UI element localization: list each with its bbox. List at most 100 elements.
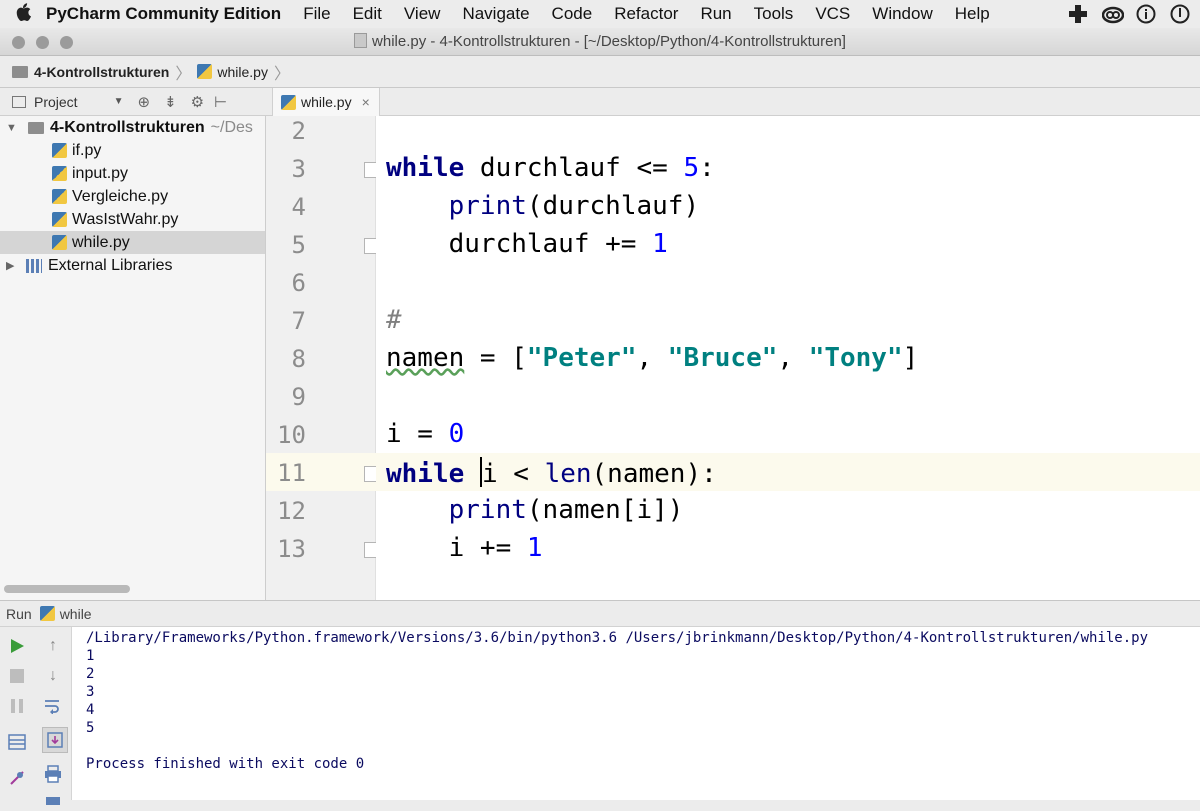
apple-menu-icon[interactable] — [0, 2, 46, 26]
console-line: /Library/Frameworks/Python.framework/Ver… — [86, 630, 1149, 646]
tree-external-libraries[interactable]: ▶ External Libraries — [0, 254, 265, 277]
breadcrumb-file-label: while.py — [217, 63, 268, 80]
menu-run[interactable]: Run — [700, 4, 731, 24]
trash-icon — [46, 797, 60, 805]
rerun-button[interactable] — [6, 635, 28, 657]
run-config-name[interactable]: while — [60, 606, 92, 622]
run-panel-header: Run while — [0, 600, 1200, 627]
project-tree: ▼ 4-Kontrollstrukturen ~/Des if.py input… — [0, 116, 266, 600]
restore-layout-button[interactable] — [6, 731, 28, 753]
hide-panel-icon[interactable]: ⊢ — [214, 93, 227, 111]
soft-wrap-button[interactable] — [42, 695, 64, 717]
project-view-icon — [12, 95, 26, 108]
code-line[interactable]: print(durchlauf) — [376, 187, 1200, 225]
scroll-down-button[interactable]: ↓ — [42, 665, 64, 687]
breadcrumb-file[interactable]: while.py — [197, 64, 268, 80]
tree-external-label: External Libraries — [48, 256, 173, 274]
code-text: print(durchlauf) — [448, 191, 700, 221]
editor-tabs: while.py × — [266, 88, 1200, 116]
plus-cross-icon[interactable] — [1068, 4, 1088, 24]
project-view-dropdown[interactable]: Project — [34, 94, 78, 110]
menu-tools[interactable]: Tools — [754, 4, 794, 24]
chevron-down-icon[interactable]: ▼ — [114, 96, 124, 107]
tree-file-label: Vergleiche.py — [72, 187, 169, 205]
code-line[interactable] — [376, 377, 1200, 415]
code-line[interactable] — [376, 263, 1200, 301]
console-line: 3 — [86, 684, 95, 700]
line-number: 2 — [291, 117, 306, 145]
stop-button[interactable] — [6, 665, 28, 687]
gutter-line[interactable]: 6 — [266, 263, 376, 301]
tree-file-vergleiche[interactable]: Vergleiche.py — [0, 185, 265, 208]
code-line[interactable]: while durchlauf <= 5: — [376, 149, 1200, 187]
gutter-line[interactable]: 13 — [266, 529, 382, 567]
run-panel-label[interactable]: Run — [6, 606, 32, 622]
gutter-line[interactable]: 2 — [266, 111, 376, 149]
menu-edit[interactable]: Edit — [353, 4, 382, 24]
code-line[interactable]: # — [376, 301, 1200, 339]
gutter-line[interactable]: 4 — [266, 187, 376, 225]
gutter-line[interactable]: 11 — [266, 453, 382, 491]
line-number: 11 — [277, 459, 306, 487]
gear-icon[interactable]: ⚙ — [191, 93, 204, 111]
close-icon[interactable]: × — [362, 94, 370, 110]
chevron-right-icon: 〉 — [175, 65, 192, 83]
code-text: i = 0 — [386, 419, 465, 449]
code-line[interactable] — [376, 116, 1200, 149]
menu-help[interactable]: Help — [955, 4, 990, 24]
collapsed-arrow-icon[interactable]: ▶ — [6, 259, 20, 272]
tree-file-wasistwahr[interactable]: WasIstWahr.py — [0, 208, 265, 231]
menu-navigate[interactable]: Navigate — [462, 4, 529, 24]
collapse-all-icon[interactable]: ⇟ — [164, 93, 177, 111]
power-icon[interactable] — [1170, 4, 1190, 24]
pause-button[interactable] — [6, 695, 28, 717]
gutter-line[interactable]: 12 — [266, 491, 376, 529]
scroll-to-end-button[interactable] — [42, 727, 68, 753]
pin-tab-button[interactable] — [6, 767, 28, 789]
menu-file[interactable]: File — [303, 4, 330, 24]
code-text: i += 1 — [386, 533, 543, 563]
tree-file-if[interactable]: if.py — [0, 139, 265, 162]
locate-icon[interactable]: ⊕ — [137, 93, 150, 111]
expanded-arrow-icon[interactable]: ▼ — [6, 122, 20, 134]
tree-root-folder[interactable]: ▼ 4-Kontrollstrukturen ~/Des — [0, 116, 265, 139]
code-line[interactable]: durchlauf += 1 — [376, 225, 1200, 263]
scroll-up-button[interactable]: ↑ — [42, 635, 64, 657]
menu-refactor[interactable]: Refactor — [614, 4, 678, 24]
tree-file-label: while.py — [72, 233, 130, 251]
gutter-line[interactable]: 10 — [266, 415, 376, 453]
breadcrumb-folder[interactable]: 4-Kontrollstrukturen — [12, 64, 169, 80]
menu-vcs[interactable]: VCS — [815, 4, 850, 24]
clear-all-button[interactable] — [42, 789, 64, 811]
tree-file-while[interactable]: while.py — [0, 231, 265, 254]
menu-code[interactable]: Code — [552, 4, 593, 24]
python-file-icon — [197, 64, 213, 79]
menu-window[interactable]: Window — [872, 4, 932, 24]
code-line[interactable]: namen = ["Peter", "Bruce", "Tony"] — [376, 339, 1200, 377]
gutter-line[interactable]: 8 — [266, 339, 376, 377]
arrow-up-icon: ↑ — [49, 637, 57, 654]
code-editor[interactable]: while durchlauf <= 5: print(durchlauf) d… — [376, 116, 1200, 600]
line-number: 6 — [291, 269, 306, 297]
code-text: while i < len(namen): — [386, 457, 717, 489]
tree-horizontal-scrollbar[interactable] — [4, 585, 130, 593]
code-line[interactable]: print(namen[i]) — [376, 491, 1200, 529]
code-line[interactable]: i += 1 — [376, 529, 1200, 567]
tab-label: while.py — [301, 94, 352, 110]
gutter-line[interactable]: 9 — [266, 377, 376, 415]
gutter-line[interactable]: 7 — [266, 301, 376, 339]
gutter-line[interactable]: 3 — [266, 149, 382, 187]
gutter-line[interactable]: 5 — [266, 225, 382, 263]
line-number: 8 — [291, 345, 306, 373]
line-number: 3 — [291, 155, 306, 183]
code-line[interactable]: i = 0 — [376, 415, 1200, 453]
app-menu[interactable]: PyCharm Community Edition — [46, 4, 281, 24]
info-icon[interactable] — [1136, 4, 1156, 24]
creative-cloud-icon[interactable] — [1101, 4, 1125, 24]
run-console-output[interactable]: /Library/Frameworks/Python.framework/Ver… — [72, 627, 1200, 800]
menu-view[interactable]: View — [404, 4, 441, 24]
code-line[interactable]: while i < len(namen): — [376, 453, 1200, 491]
print-button[interactable] — [42, 763, 64, 785]
code-text: namen = ["Peter", "Bruce", "Tony"] — [386, 343, 919, 373]
tree-file-input[interactable]: input.py — [0, 162, 265, 185]
